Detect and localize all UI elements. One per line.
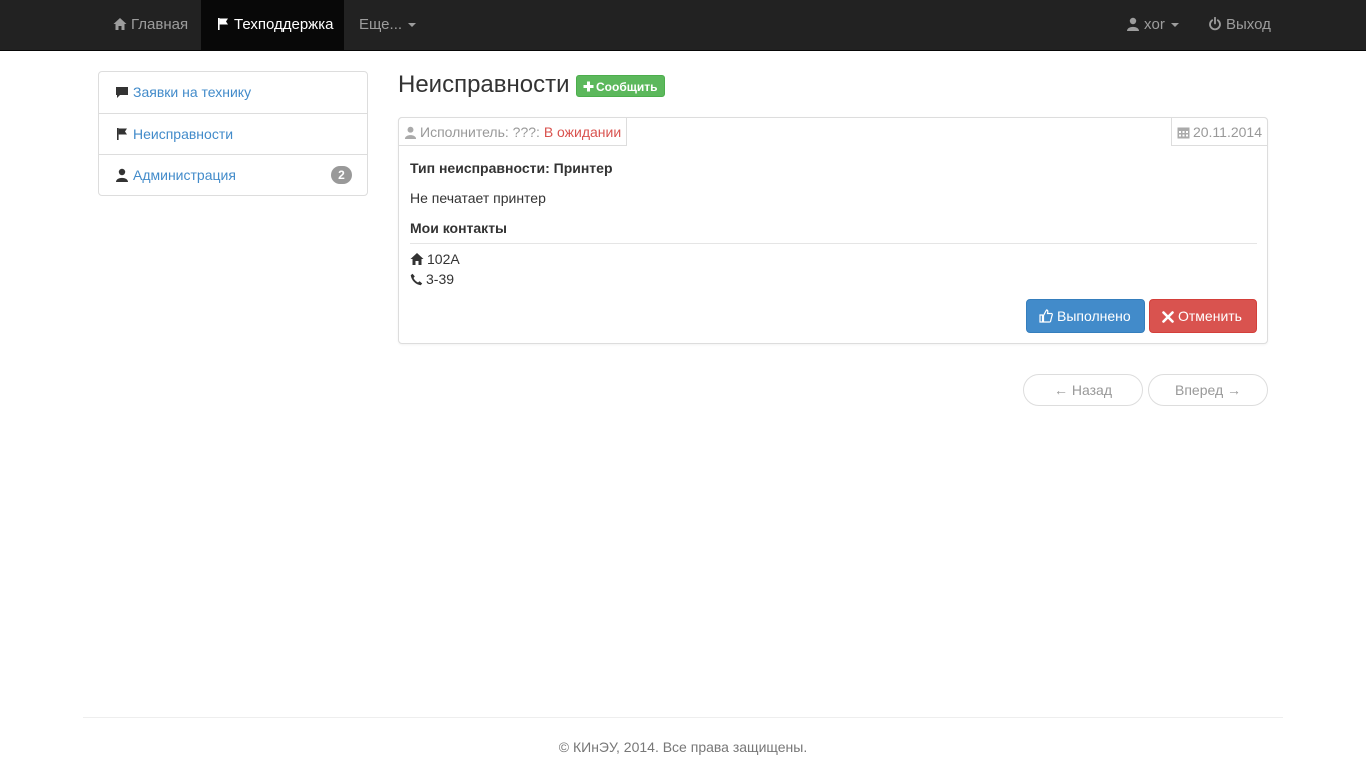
page-title: Неисправности: [398, 71, 570, 98]
executor-label: Исполнитель: ???:: [420, 124, 540, 140]
done-button-label: Выполнено: [1057, 308, 1131, 324]
report-button-label: Сообщить: [596, 80, 658, 94]
date-text: 20.11.2014: [1192, 124, 1262, 140]
pager-next-button[interactable]: Вперед →: [1148, 374, 1268, 406]
footer-divider: [83, 717, 1283, 718]
pager-prev-button[interactable]: ← Назад: [1023, 374, 1143, 406]
divider: [410, 243, 1257, 244]
caret-down-icon: [1170, 23, 1179, 27]
nav-more-label: Еще...: [359, 16, 403, 33]
status-text: В ожидании: [543, 124, 622, 140]
room-value: 102А: [427, 251, 460, 267]
top-navbar: Главная Техподдержка Еще... xor Выход: [0, 0, 1366, 51]
sidebar-item-equipment-requests[interactable]: Заявки на технику: [99, 72, 367, 113]
nav-logout-label: Выход: [1226, 16, 1271, 33]
nav-user-dropdown[interactable]: xor: [1111, 0, 1194, 50]
nav-support[interactable]: Техподдержка: [201, 0, 344, 50]
nav-more-dropdown[interactable]: Еще...: [344, 0, 431, 50]
sidebar-item-label: Неисправности: [133, 126, 234, 142]
user-icon: [115, 157, 129, 197]
report-button[interactable]: Сообщить: [576, 75, 665, 97]
nav-logout[interactable]: Выход: [1193, 0, 1286, 50]
sidebar-item-faults[interactable]: Неисправности: [99, 113, 367, 154]
comment-icon: [115, 74, 129, 114]
cancel-button-label: Отменить: [1178, 308, 1242, 324]
footer-copyright: © КИнЭУ, 2014. Все права защищены.: [558, 739, 808, 755]
plus-icon: [583, 77, 594, 99]
contacts-heading: Мои контакты: [410, 220, 508, 236]
caret-down-icon: [408, 23, 417, 27]
fault-type: Тип неисправности: Принтер: [410, 160, 613, 176]
executor-tag: Исполнитель: ???: В ожидании: [398, 117, 628, 148]
contact-phone: 3-39: [410, 271, 454, 289]
done-button[interactable]: Выполнено: [1026, 299, 1145, 333]
date-tag: 20.11.2014: [1170, 117, 1268, 148]
flag-icon: [115, 116, 129, 156]
calendar-icon: [1177, 120, 1190, 148]
phone-icon: [410, 273, 423, 289]
nav-user-label: xor: [1144, 16, 1165, 33]
nav-support-label: Техподдержка: [234, 16, 334, 33]
user-icon: [1126, 2, 1140, 52]
user-icon: [404, 120, 417, 148]
home-icon: [410, 252, 424, 269]
sidebar-item-administration[interactable]: Администрация 2: [99, 154, 367, 195]
flag-icon: [216, 2, 230, 52]
contact-room: 102А: [410, 251, 460, 269]
cancel-button[interactable]: Отменить: [1149, 299, 1257, 333]
sidebar: Заявки на технику Неисправности Админист…: [98, 71, 368, 196]
phone-value: 3-39: [426, 271, 455, 287]
count-badge: 2: [331, 166, 352, 184]
sidebar-item-label: Заявки на технику: [133, 84, 252, 100]
home-icon: [113, 2, 127, 52]
thumbs-up-icon: [1039, 302, 1053, 334]
power-icon: [1208, 2, 1222, 52]
sidebar-item-label: Администрация: [133, 167, 236, 183]
close-icon: [1162, 302, 1174, 334]
ticket-card: Исполнитель: ???: В ожидании 20.11.2014 …: [398, 117, 1268, 344]
fault-description: Не печатает принтер: [410, 190, 546, 206]
nav-home[interactable]: Главная: [98, 0, 203, 50]
nav-home-label: Главная: [131, 16, 189, 33]
